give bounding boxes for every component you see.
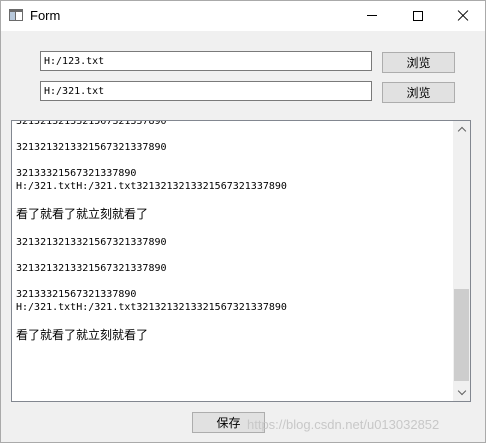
minimize-button[interactable] (349, 1, 395, 30)
window-title: Form (30, 8, 61, 23)
vertical-scrollbar[interactable] (453, 121, 470, 401)
text-line-blank (16, 275, 454, 288)
form-window-icon (9, 9, 23, 21)
text-line: 32133321567321337890 (16, 168, 137, 179)
watermark-text: https://blog.csdn.net/u013032852 (247, 417, 440, 432)
text-line-blank (16, 314, 454, 327)
text-line-chinese: 看了就看了就立刻就看了 (16, 328, 149, 342)
close-icon (457, 10, 469, 22)
text-line: 3213213213321567321337890 (16, 237, 167, 248)
form-window: Form 浏览 浏览 3213213213321567321337890 321… (0, 0, 486, 443)
text-line-blank (16, 128, 454, 141)
chevron-up-icon (457, 126, 466, 136)
title-bar[interactable]: Form (1, 1, 485, 31)
text-line-blank (16, 223, 454, 236)
chevron-down-icon (457, 386, 466, 396)
text-line: H:/321.txtH:/321.txt32132132133215673213… (16, 181, 287, 192)
browse-button-2[interactable]: 浏览 (382, 82, 455, 103)
text-line-blank (16, 249, 454, 262)
maximize-icon (413, 10, 423, 21)
file-path-input-2[interactable] (40, 81, 372, 101)
browse-button-1[interactable]: 浏览 (382, 52, 455, 73)
text-line: 32133321567321337890 (16, 289, 137, 300)
scrollbar-thumb[interactable] (454, 289, 469, 381)
close-button[interactable] (440, 1, 486, 30)
text-line-blank (16, 193, 454, 206)
text-line: H:/321.txtH:/321.txt32132132133215673213… (16, 302, 287, 313)
maximize-button[interactable] (395, 1, 441, 30)
scroll-up-button[interactable] (453, 121, 470, 138)
minimize-icon (367, 15, 377, 16)
scroll-down-button[interactable] (453, 384, 470, 401)
text-line: 3213213213321567321337890 (16, 120, 167, 127)
text-line: 3213213213321567321337890 (16, 263, 167, 274)
text-content: 3213213213321567321337890 32132132133215… (16, 120, 454, 344)
text-line-chinese: 看了就看了就立刻就看了 (16, 207, 149, 221)
text-display-area[interactable]: 3213213213321567321337890 32132132133215… (11, 120, 471, 402)
text-line-blank (16, 154, 454, 167)
file-path-input-1[interactable] (40, 51, 372, 71)
text-line: 3213213213321567321337890 (16, 142, 167, 153)
